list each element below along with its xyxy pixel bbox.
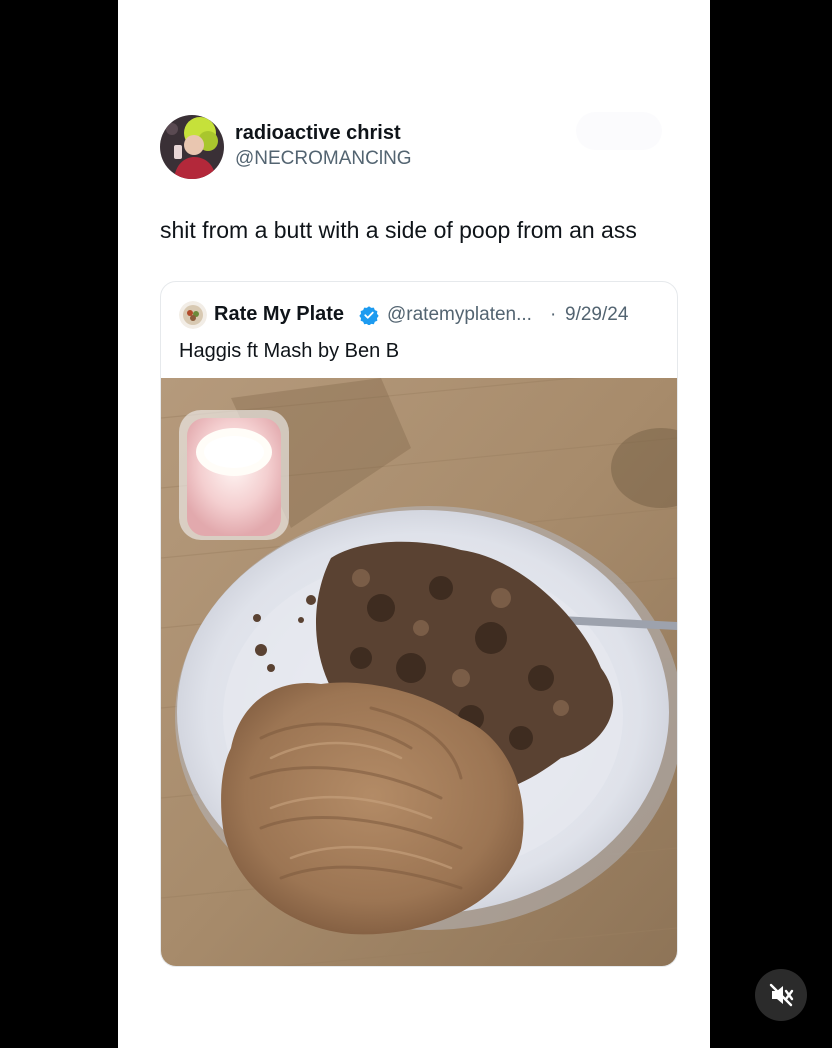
quoted-text: Haggis ft Mash by Ben B	[179, 340, 400, 362]
quoted-display-name[interactable]: Rate My Plate	[214, 303, 344, 326]
follow-button-ghost	[576, 112, 662, 150]
quoted-avatar[interactable]	[179, 301, 207, 329]
meta-separator: ·	[550, 304, 557, 325]
food-photo[interactable]	[161, 378, 677, 966]
quoted-tweet[interactable]: Rate My Plate @ratemyplaten... · 9/29/24…	[160, 281, 678, 967]
post-card: radioactive christ @NECROMANClNG shit fr…	[118, 0, 710, 1048]
author-handle[interactable]: @NECROMANClNG	[235, 148, 412, 170]
quoted-date[interactable]: 9/29/24	[565, 304, 628, 326]
verified-badge-icon	[359, 306, 379, 325]
author-display-name[interactable]: radioactive christ	[235, 122, 401, 145]
speaker-muted-icon	[769, 983, 794, 1007]
mute-button[interactable]	[755, 969, 807, 1021]
tweet-text: shit from a butt with a side of poop fro…	[160, 217, 637, 243]
quoted-handle[interactable]: @ratemyplaten...	[387, 304, 532, 326]
user-avatar[interactable]	[160, 115, 224, 179]
